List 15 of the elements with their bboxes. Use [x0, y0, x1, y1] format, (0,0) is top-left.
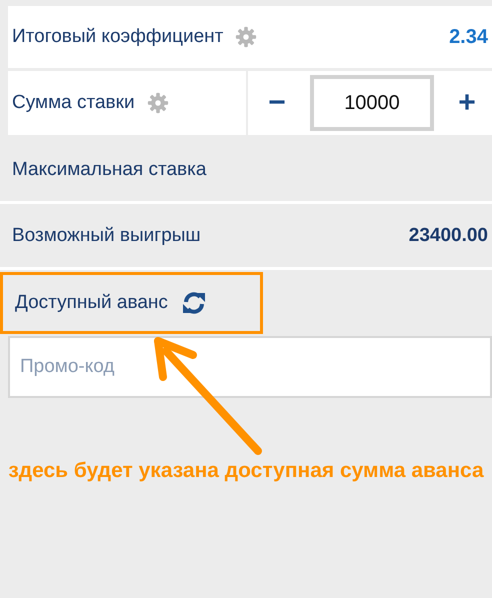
promo-code-field[interactable]: Промо-код	[8, 336, 492, 398]
gear-icon[interactable]	[146, 92, 169, 114]
refresh-icon[interactable]	[182, 291, 206, 315]
annotation-text: здесь будет указана доступная сумма аванса	[7, 458, 485, 484]
odds-value: 2.34	[449, 26, 488, 48]
amount-field[interactable]: 10000	[310, 75, 434, 131]
minus-button[interactable]: −	[262, 86, 292, 120]
row-label: Максимальная ставка	[12, 158, 206, 180]
plus-button[interactable]: +	[452, 86, 482, 120]
row-label: Возможный выигрыш	[12, 224, 201, 246]
gear-icon[interactable]	[235, 26, 258, 48]
row-label: Сумма ставки	[12, 92, 135, 114]
row-value: 23400.00	[408, 224, 488, 246]
row-label: Доступный аванс	[15, 292, 168, 314]
row-label: Итоговый коэффициент	[12, 26, 224, 48]
